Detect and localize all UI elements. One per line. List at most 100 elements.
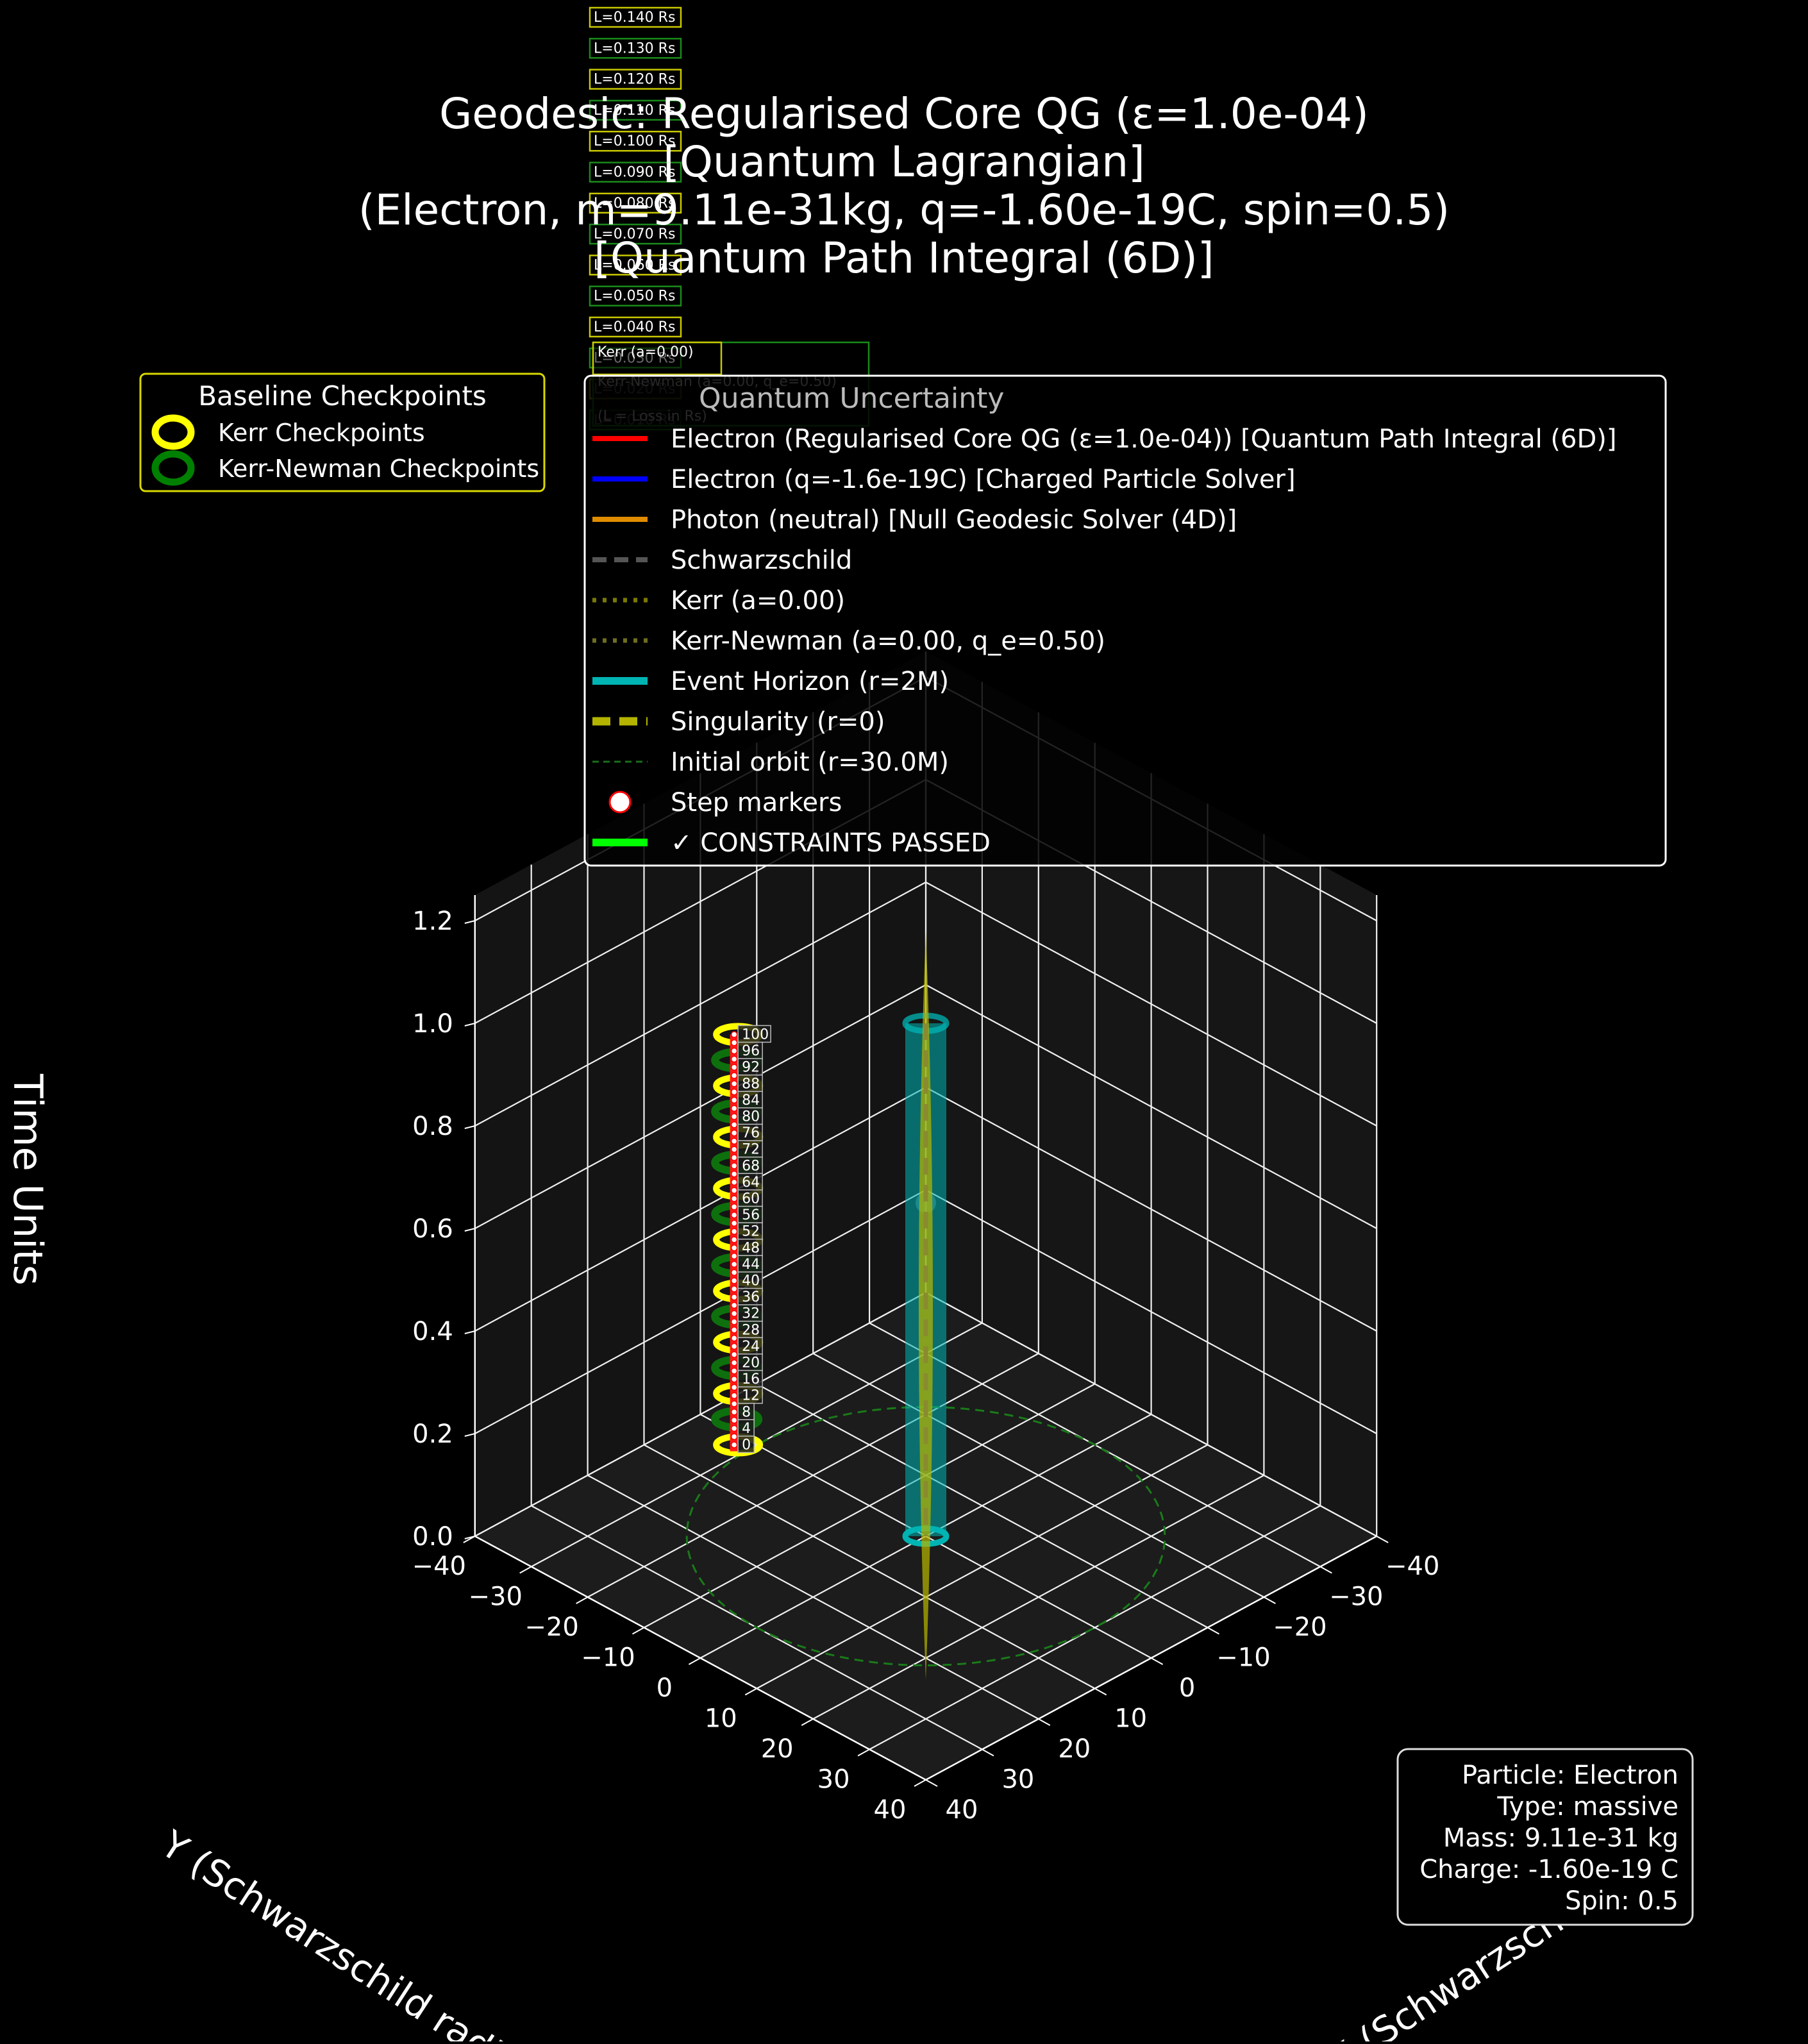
step-marker (730, 1146, 738, 1153)
x-tick-label: −20 (1273, 1613, 1327, 1642)
y-tick (857, 1748, 870, 1757)
y-tick (688, 1657, 701, 1665)
z-tick-label: 1.2 (412, 907, 453, 936)
y-tick-label: 40 (874, 1795, 907, 1825)
step-marker (730, 1302, 738, 1309)
step-marker (730, 1228, 738, 1235)
step-marker (730, 1351, 738, 1358)
step-label: 88 (742, 1076, 760, 1092)
step-marker (730, 1310, 738, 1317)
chart-title: Geodesic: Regularised Core QG (ε=1.0e-04… (358, 89, 1450, 283)
step-marker (730, 1318, 738, 1325)
loss-label: L=0.120 Rs (594, 72, 675, 88)
info-box-line: Particle: Electron (1462, 1761, 1678, 1790)
step-marker (730, 1113, 738, 1120)
title-line: (Electron, m=9.11e-31kg, q=-1.60e-19C, s… (358, 185, 1450, 235)
step-marker (730, 1170, 738, 1178)
info-box-line: Mass: 9.11e-31 kg (1443, 1823, 1678, 1853)
baseline-legend-label: Kerr Checkpoints (218, 419, 425, 447)
step-marker (730, 1334, 738, 1342)
x-tick-label: −10 (1216, 1643, 1270, 1673)
x-tick-label: 40 (946, 1795, 978, 1825)
step-label: 92 (742, 1060, 760, 1076)
z-axis-label: Time Units (4, 1073, 51, 1286)
step-marker (730, 1047, 738, 1055)
title-line: [Quantum Lagrangian] (663, 137, 1145, 187)
main-legend-label: Electron (Regularised Core QG (ε=1.0e-04… (671, 424, 1616, 454)
z-tick-label: 0.2 (412, 1420, 453, 1449)
step-marker (730, 1137, 738, 1145)
step-marker (730, 1162, 738, 1169)
info-box-line: Spin: 0.5 (1565, 1886, 1678, 1916)
step-marker (730, 1384, 738, 1391)
step-label: 48 (742, 1240, 760, 1256)
step-marker (730, 1187, 738, 1194)
z-tick (464, 1228, 476, 1232)
y-tick (632, 1627, 644, 1635)
step-marker (730, 1261, 738, 1268)
step-label: 52 (742, 1224, 760, 1240)
step-marker (730, 1096, 738, 1104)
baseline-legend-title: Baseline Checkpoints (198, 380, 487, 412)
step-label: 4 (742, 1421, 751, 1437)
step-label: 36 (742, 1289, 760, 1305)
y-tick-label: 30 (817, 1765, 850, 1795)
y-tick-label: 10 (705, 1704, 737, 1734)
step-marker (730, 1400, 738, 1407)
step-label: 16 (742, 1371, 760, 1387)
x-tick-label: −30 (1329, 1582, 1383, 1612)
x-tick (1151, 1657, 1164, 1665)
x-tick (925, 1779, 938, 1787)
x-tick (1376, 1536, 1389, 1543)
y-tick (914, 1779, 926, 1787)
main-legend-label: ✓ CONSTRAINTS PASSED (671, 828, 991, 858)
chart-figure: −40 −30 −20 −10 0 10 20 30 40 −40 −30 −20 −10 0 10 20 30… (0, 0, 1808, 2044)
loss-summary-line: Kerr (a=0.00) (598, 344, 694, 360)
step-label: 100 (742, 1027, 769, 1043)
baseline-legend-label: Kerr-Newman Checkpoints (218, 455, 539, 483)
x-tick-label: 0 (1179, 1673, 1195, 1703)
y-tick (519, 1566, 532, 1574)
step-marker (730, 1425, 738, 1432)
x-tick (1263, 1596, 1276, 1604)
step-marker (730, 1203, 738, 1210)
step-marker (730, 1219, 738, 1227)
step-label: 60 (742, 1191, 760, 1207)
step-marker (730, 1105, 738, 1112)
main-legend-label: Electron (q=-1.6e-19C) [Charged Particle… (671, 465, 1296, 494)
step-marker (730, 1359, 738, 1366)
z-tick (464, 1330, 476, 1334)
z-tick-label: 1.0 (412, 1009, 453, 1039)
title-line: Geodesic: Regularised Core QG (ε=1.0e-04… (439, 89, 1369, 138)
main-legend-label: Kerr-Newman (a=0.00, q_e=0.50) (671, 626, 1105, 656)
y-axis-label: Y (Schwarzschild radii) (153, 1822, 531, 2041)
x-tick-label: 20 (1058, 1734, 1091, 1764)
title-line: [Quantum Path Integral (6D)] (594, 233, 1214, 283)
step-label: 44 (742, 1257, 760, 1273)
step-marker (730, 1178, 738, 1186)
loss-label: L=0.140 Rs (594, 10, 675, 26)
x-tick (1319, 1566, 1332, 1574)
step-label: 56 (742, 1207, 760, 1223)
step-marker (730, 1433, 738, 1440)
step-marker (730, 1416, 738, 1424)
x-tick (982, 1748, 994, 1757)
step-marker (730, 1154, 738, 1161)
z-tick (464, 1433, 476, 1437)
step-marker (730, 1368, 738, 1375)
step-label: 28 (742, 1322, 760, 1338)
step-label: 0 (742, 1437, 751, 1453)
x-tick (1038, 1718, 1051, 1726)
z-tick-label: 0.4 (412, 1317, 453, 1346)
step-marker (730, 1039, 738, 1046)
main-legend-label: Initial orbit (r=30.0M) (671, 748, 949, 777)
step-label: 40 (742, 1273, 760, 1289)
step-label: 24 (742, 1339, 760, 1355)
step-label: 32 (742, 1306, 760, 1322)
step-marker (730, 1088, 738, 1096)
step-marker (730, 1441, 738, 1448)
z-tick (464, 1023, 476, 1026)
main-legend-label: Event Horizon (r=2M) (671, 667, 949, 696)
step-label: 12 (742, 1388, 760, 1404)
step-marker (730, 1064, 738, 1071)
